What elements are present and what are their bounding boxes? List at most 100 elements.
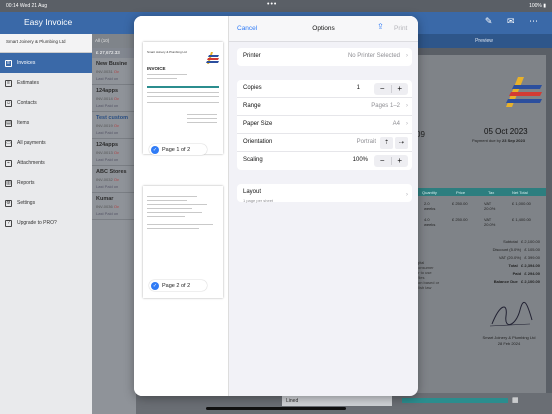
- sidebar-item-upgrade-to-pro[interactable]: ? Upgrade to PRO?: [0, 213, 92, 233]
- printer-row[interactable]: Printer No Printer Selected ›: [237, 48, 412, 66]
- signature-image: [489, 301, 533, 327]
- grid-icon[interactable]: ▦: [512, 396, 519, 404]
- chevron-right-icon: ›: [405, 52, 408, 59]
- sidebar-item-all-payments[interactable]: ▭ All payments: [0, 133, 92, 153]
- table-header: Quantity Price Tax Net Total: [416, 188, 546, 196]
- sidebar: Smart Joinery & Plumbing Ltd ≡ Invoices ≡ E…: [0, 34, 92, 414]
- list-item-paid: Last Paid on: [96, 184, 119, 189]
- list-item-paid: Last Paid on: [96, 211, 119, 216]
- list-item-number: INV-0014 Ov: [96, 96, 119, 101]
- list-item-number: INV-0032 Ov: [96, 177, 119, 182]
- list-item[interactable]: 124apps INV-0013 Ov Last Paid on: [92, 139, 136, 166]
- list-item[interactable]: Test custom INV-0019 Ov Last Paid on: [92, 112, 136, 139]
- sidebar-item-label: Items: [17, 120, 30, 126]
- printer-group: Printer No Printer Selected ›: [237, 48, 412, 66]
- edit-icon[interactable]: ✎: [485, 16, 493, 26]
- chevron-right-icon: ›: [405, 120, 408, 127]
- scaling-increment-button[interactable]: +: [392, 155, 409, 167]
- landscape-orientation-icon[interactable]: ⇢: [395, 137, 408, 149]
- more-icon[interactable]: ⋯: [529, 16, 538, 26]
- list-item-name: New Busine: [96, 61, 128, 67]
- copies-decrement-button[interactable]: −: [374, 83, 391, 95]
- portrait-orientation-icon[interactable]: ⇡: [380, 137, 393, 149]
- chevron-right-icon: ›: [405, 102, 408, 109]
- total-row: Discount (5.0%) £ 105.00: [492, 247, 540, 252]
- payments-icon: ▭: [5, 139, 12, 147]
- print-options-panel: Cancel Options ⇪ Print Printer No Printe…: [229, 16, 418, 396]
- table-row: 2.0 weeks £ 250.00 VAT 20.0% £ 1,000.00: [424, 201, 531, 211]
- invoice-notes: igital consumer or to use Files tion based o…: [416, 260, 439, 290]
- items-icon: ▤: [5, 119, 12, 127]
- sidebar-item-label: Contacts: [17, 100, 37, 106]
- page-badge-1[interactable]: ✓ Page 1 of 2: [149, 144, 207, 155]
- home-indicator[interactable]: [206, 407, 346, 410]
- sidebar-item-label: Settings: [17, 200, 36, 206]
- scaling-stepper[interactable]: − +: [374, 155, 408, 167]
- sidebar-item-estimates[interactable]: ≡ Estimates: [0, 73, 92, 93]
- sidebar-item-items[interactable]: ▤ Items: [0, 113, 92, 133]
- table-row: 4.0 weeks £ 250.00 VAT 20.0% £ 1,400.00: [424, 217, 531, 227]
- sidebar-item-label: Invoices: [17, 60, 36, 66]
- copies-stepper[interactable]: − +: [374, 83, 408, 95]
- chevron-right-icon: ›: [405, 191, 408, 198]
- total-row: VAT (20.0%) £ 399.00: [498, 255, 540, 260]
- sidebar-item-attachments[interactable]: ⌁ Attachments: [0, 153, 92, 173]
- list-item-name: ABC Stores: [96, 169, 127, 175]
- layout-row[interactable]: Layout 1 page per sheet ›: [237, 184, 412, 203]
- layout-group: Layout 1 page per sheet ›: [237, 184, 412, 203]
- scaling-decrement-button[interactable]: −: [374, 155, 391, 167]
- list-filter-tab[interactable]: All (10): [92, 34, 136, 48]
- list-item-name: Kumar: [96, 196, 114, 202]
- page-thumbnails: Smart Joinery & Plumbing Ltd INVOICE ✓ P…: [134, 16, 229, 396]
- app-title: Easy Invoice: [24, 17, 73, 27]
- list-item-number: INV-0036 Ov: [96, 204, 119, 209]
- list-item-number: INV-0031 Ov: [96, 69, 119, 74]
- list-item[interactable]: New Busine INV-0031 Ov Last Paid on: [92, 58, 136, 85]
- copies-row: Copies 1 − +: [237, 80, 412, 98]
- orientation-row: Orientation Portrait ⇡ ⇢: [237, 134, 412, 152]
- paper-size-row[interactable]: Paper Size A4 ›: [237, 116, 412, 134]
- sidebar-item-settings[interactable]: ⚙ Settings: [0, 193, 92, 213]
- sheet-title: Options: [312, 25, 335, 32]
- bottom-toolbar: Lined ▦: [136, 393, 552, 414]
- preview-tab[interactable]: Preview: [416, 34, 552, 48]
- page-badge-2[interactable]: ✓ Page 2 of 2: [149, 280, 207, 291]
- sidebar-item-label: Upgrade to PRO?: [17, 220, 57, 226]
- list-item-paid: Last Paid on: [96, 157, 119, 162]
- battery-indicator: 100% ▮: [529, 3, 546, 9]
- list-item[interactable]: 124apps INV-0014 Ov Last Paid on: [92, 85, 136, 112]
- invoice-due: Payment due by 23 Sep 2023: [472, 138, 525, 143]
- checkmark-icon: ✓: [151, 281, 159, 290]
- sidebar-item-label: Attachments: [17, 160, 45, 166]
- share-icon[interactable]: ⇪: [377, 22, 384, 31]
- color-selector[interactable]: [402, 398, 508, 403]
- multitasking-dots-icon[interactable]: •••: [267, 1, 277, 8]
- gear-icon: ⚙: [5, 199, 12, 207]
- sidebar-item-contacts[interactable]: ☺ Contacts: [0, 93, 92, 113]
- attachment-icon: ⌁: [5, 159, 12, 167]
- print-button[interactable]: Print: [394, 25, 407, 32]
- total-row: Paid £ 294.00: [512, 271, 540, 276]
- invoice-preview: 09 05 Oct 2023 Payment due by 23 Sep 202…: [416, 55, 546, 395]
- company-selector[interactable]: Smart Joinery & Plumbing Ltd: [0, 34, 92, 53]
- print-options-header: Cancel Options ⇪ Print: [229, 16, 418, 42]
- sidebar-item-invoices[interactable]: ≡ Invoices: [0, 53, 92, 73]
- list-item[interactable]: Kumar INV-0036 Ov Last Paid on: [92, 193, 136, 220]
- list-item[interactable]: ABC Stores INV-0032 Ov Last Paid on: [92, 166, 136, 193]
- range-row[interactable]: Range Pages 1–2 ›: [237, 98, 412, 116]
- list-item-paid: Last Paid on: [96, 76, 119, 81]
- template-selector[interactable]: Lined: [282, 396, 392, 406]
- page-thumbnail-1[interactable]: Smart Joinery & Plumbing Ltd INVOICE: [143, 42, 223, 154]
- estimate-icon: ≡: [5, 79, 12, 87]
- note-line: glish law: [416, 285, 432, 290]
- copies-increment-button[interactable]: +: [392, 83, 409, 95]
- logo-thumb-icon: [206, 52, 219, 64]
- total-row: Subtotal £ 2,100.00: [503, 239, 540, 244]
- sidebar-item-label: Reports: [17, 180, 35, 186]
- sidebar-item-label: Estimates: [17, 80, 39, 86]
- upgrade-icon: ?: [5, 219, 12, 227]
- email-icon[interactable]: ✉: [507, 16, 515, 26]
- checkmark-icon: ✓: [151, 145, 159, 154]
- sidebar-item-reports[interactable]: ▥ Reports: [0, 173, 92, 193]
- scaling-row: Scaling 100% − +: [237, 152, 412, 170]
